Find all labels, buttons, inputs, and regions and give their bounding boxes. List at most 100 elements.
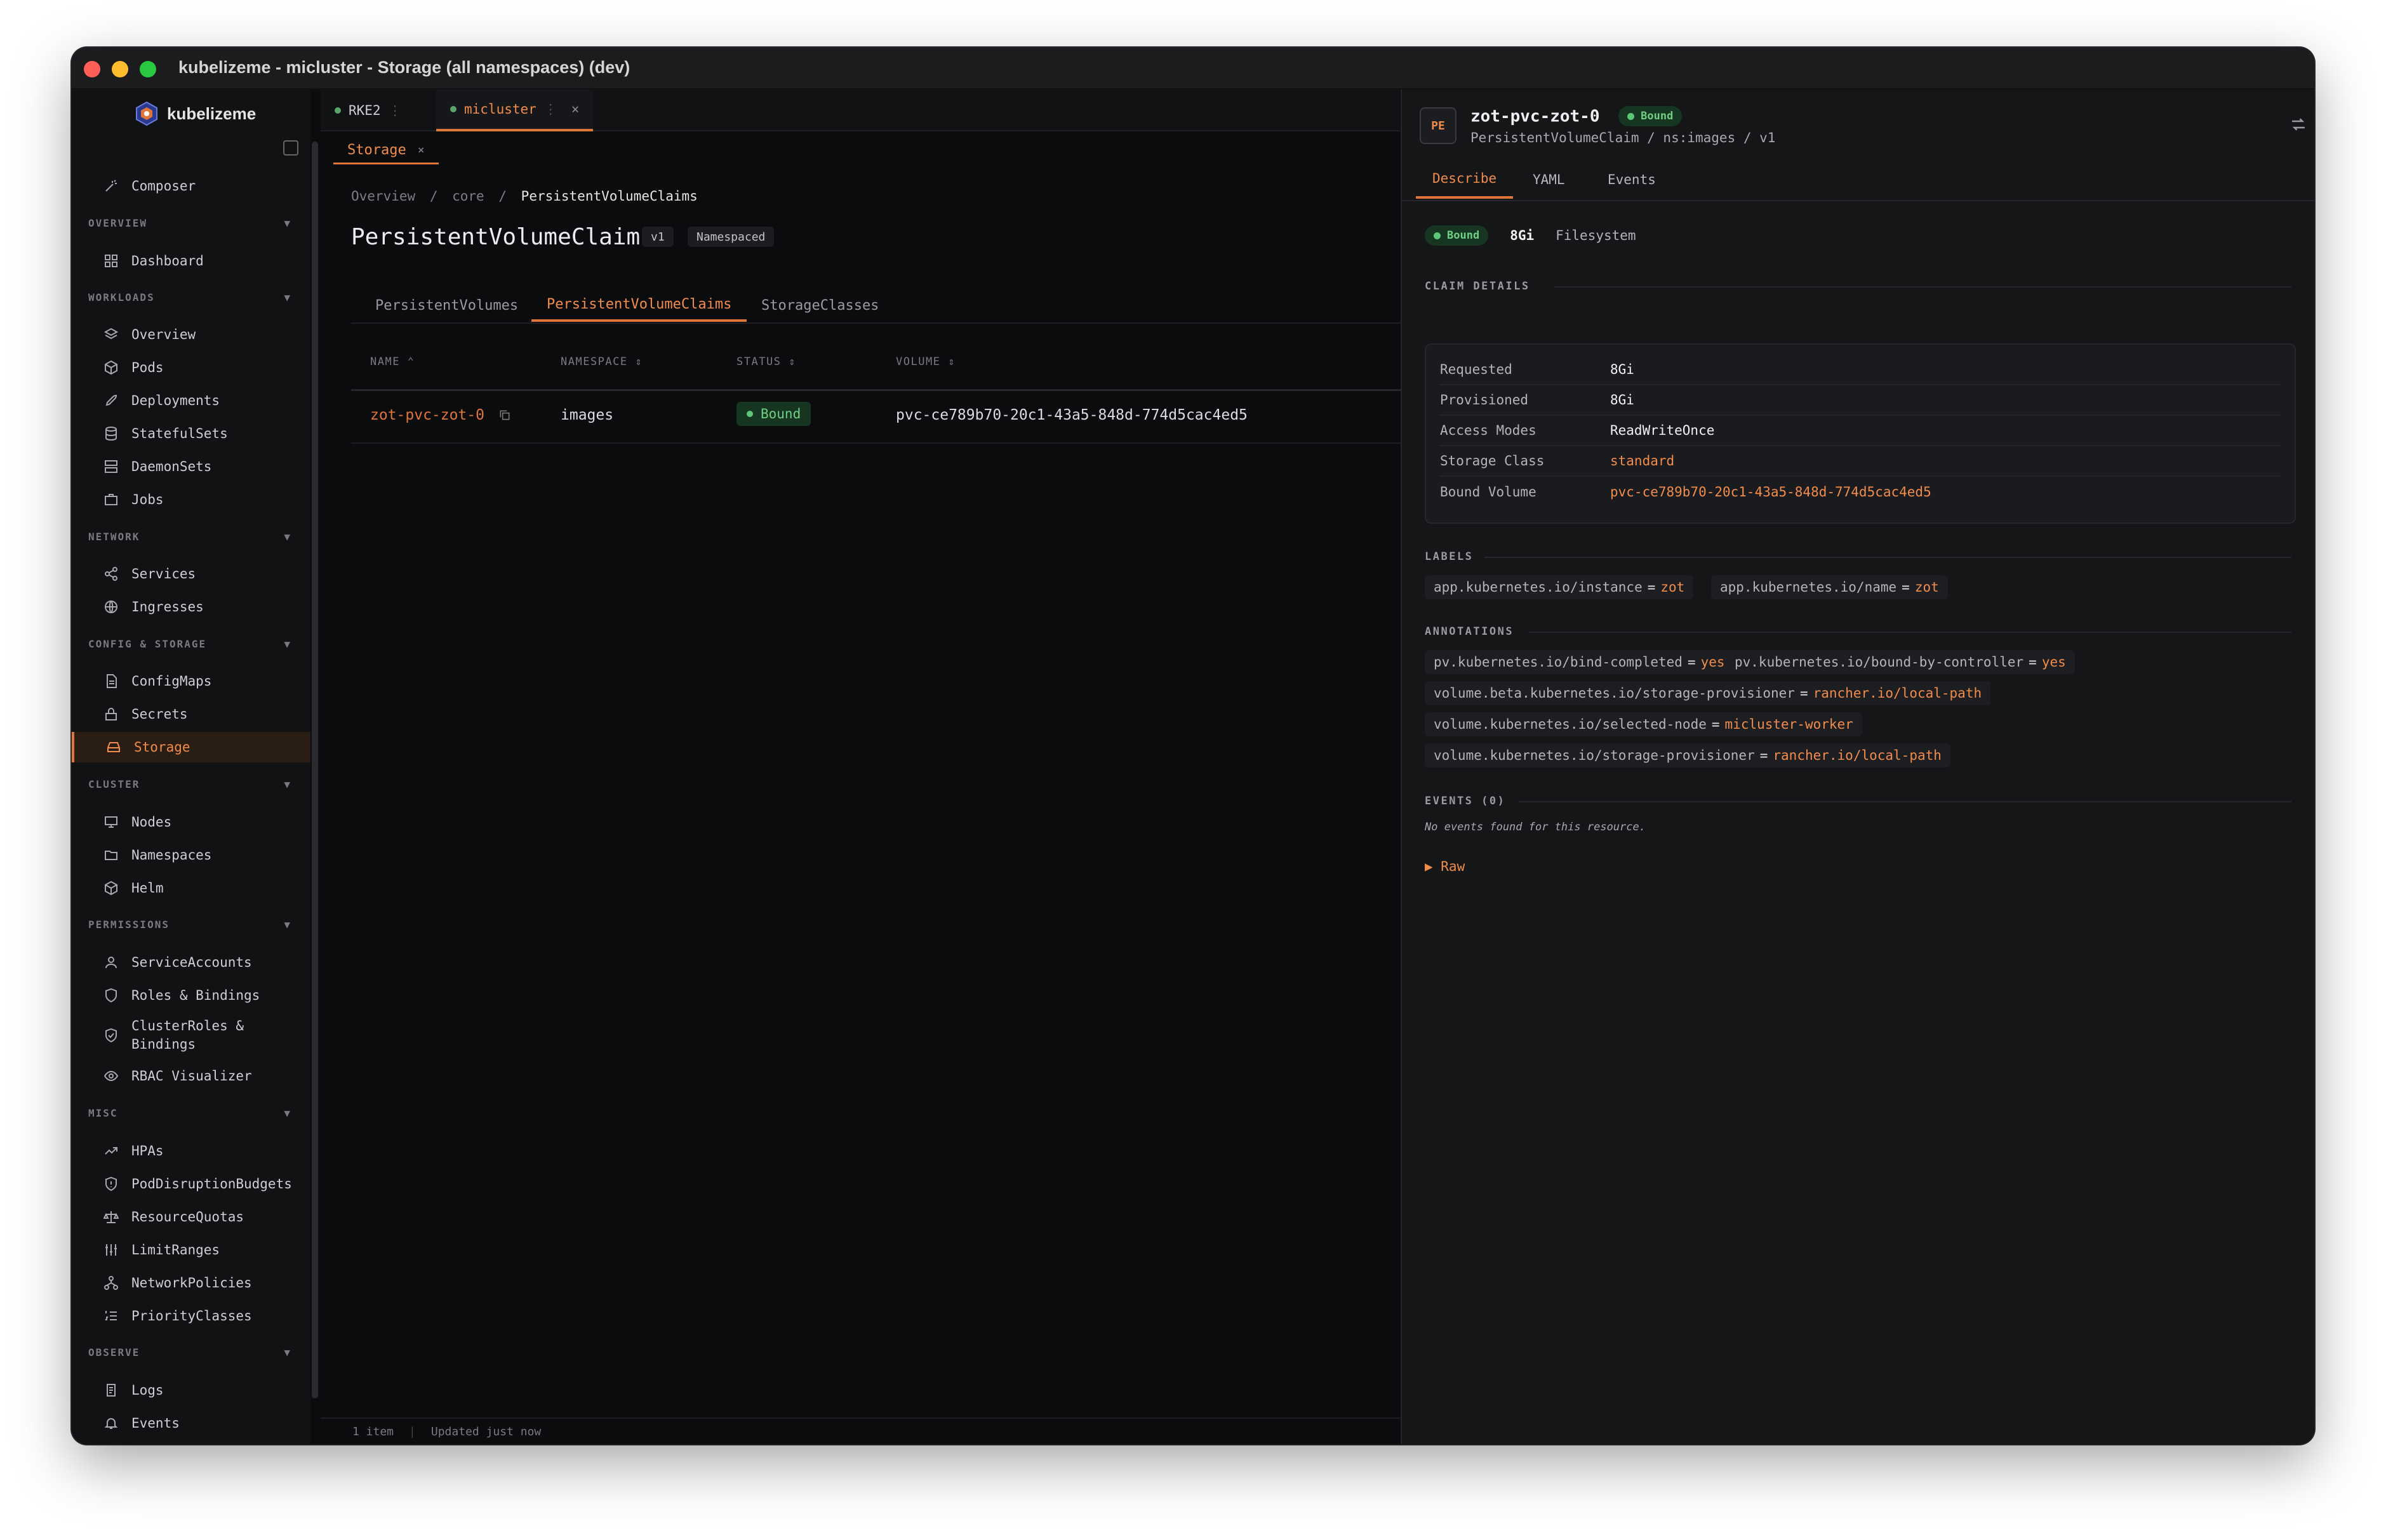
claim-row: Bound Volume pvc-ce789b70-20c1-43a5-848d-…: [1440, 484, 1931, 500]
sidebar-item-clusterroles[interactable]: ClusterRoles & Bindings: [103, 1012, 244, 1058]
sidebar-scrollbar[interactable]: [312, 142, 318, 1398]
monitor-icon: [105, 816, 117, 828]
sidebar-item-rbac-visualizer[interactable]: RBAC Visualizer: [103, 1061, 252, 1091]
sidebar-item-configmaps[interactable]: ConfigMaps: [103, 666, 211, 696]
sidebar-item-pods[interactable]: Pods: [103, 352, 164, 383]
drag-handle-icon[interactable]: ⋮: [389, 103, 402, 118]
sidebar-item-dashboard[interactable]: Dashboard: [103, 246, 204, 276]
lock-icon: [105, 708, 117, 720]
trending-up-icon: [105, 1147, 117, 1155]
section-network[interactable]: NETWORK ▼: [88, 531, 291, 543]
status-badge: Bound: [1618, 106, 1683, 126]
sidebar-item-networkpolicies[interactable]: NetworkPolicies: [103, 1268, 252, 1298]
hard-drive-icon: [107, 742, 120, 752]
view-tab-storage[interactable]: Storage ×: [333, 138, 439, 164]
shield-alert-icon: [105, 1176, 117, 1192]
drag-handle-icon[interactable]: ⋮: [544, 102, 557, 117]
chevron-down-icon: ▼: [284, 217, 291, 229]
collapse-sidebar-icon[interactable]: [283, 140, 298, 156]
maximize-window-button[interactable]: [140, 61, 156, 77]
annotation-chip: volume.kubernetes.io/selected-node = miclu…: [1425, 712, 1862, 736]
tab-divider: [1402, 200, 2314, 201]
bound-volume-link[interactable]: pvc-ce789b70-20c1-43a5-848d-774d5cac4ed5: [1610, 484, 1931, 500]
detail-title: zot-pvc-zot-0 Bound: [1470, 106, 1683, 126]
tab-divider: [351, 322, 1469, 324]
sidebar-item-nodes[interactable]: Nodes: [103, 807, 171, 837]
column-header-status[interactable]: STATUS ⇕: [736, 355, 796, 368]
sidebar-item-helm[interactable]: Helm: [103, 873, 164, 903]
tab-events[interactable]: Events: [1591, 161, 1672, 199]
claim-row: Provisioned 8Gi: [1440, 385, 2281, 416]
status-badge: Bound: [1425, 225, 1489, 246]
raw-toggle[interactable]: ▶ Raw: [1425, 859, 1465, 874]
breadcrumb: Overview / core / PersistentVolumeClaims: [351, 189, 698, 204]
section-workloads[interactable]: WORKLOADS ▼: [88, 291, 291, 303]
sidebar-item-namespaces[interactable]: Namespaces: [103, 840, 211, 870]
label-chip: app.kubernetes.io/name = zot: [1711, 575, 1948, 599]
tab-persistentvolumeclaims[interactable]: PersistentVolumeClaims: [531, 289, 747, 322]
section-config-storage[interactable]: CONFIG & STORAGE ▼: [88, 638, 291, 650]
sidebar-item-daemonsets[interactable]: DaemonSets: [103, 451, 211, 482]
sidebar-item-pdb[interactable]: PodDisruptionBudgets: [103, 1169, 292, 1199]
claim-row: Access Modes ReadWriteOnce: [1440, 416, 2281, 446]
scroll-icon: [107, 1384, 116, 1397]
section-permissions[interactable]: PERMISSIONS ▼: [88, 919, 291, 931]
sidebar-item-overview[interactable]: Overview: [103, 319, 196, 350]
annotation-chip: pv.kubernetes.io/bind-completed = yes: [1425, 650, 1734, 674]
labels-heading: LABELS: [1425, 550, 1474, 563]
app-logo[interactable]: kubelizeme: [134, 101, 256, 126]
connected-dot-icon: [335, 107, 341, 114]
column-header-volume[interactable]: VOLUME ⇕: [896, 355, 956, 368]
sidebar-item-deployments[interactable]: Deployments: [103, 385, 220, 416]
tab-describe[interactable]: Describe: [1416, 161, 1514, 199]
sidebar-item-services[interactable]: Services: [103, 559, 196, 589]
volume-mode: Filesystem: [1556, 228, 1636, 243]
layers-icon: [103, 328, 119, 340]
tab-yaml[interactable]: YAML: [1516, 161, 1582, 199]
resource-type-badge: PE: [1420, 107, 1456, 144]
copy-icon[interactable]: [498, 409, 511, 422]
cube-icon: [105, 360, 117, 375]
sidebar-item-events[interactable]: Events: [103, 1408, 180, 1438]
close-window-button[interactable]: [84, 61, 100, 77]
detail-subtitle: PersistentVolumeClaim / ns:images / v1: [1470, 130, 1776, 145]
storage-class-link[interactable]: standard: [1610, 453, 1674, 468]
sidebar-item-composer[interactable]: Composer: [103, 171, 196, 201]
close-tab-icon[interactable]: ×: [418, 143, 425, 157]
sidebar-item-hpas[interactable]: HPAs: [103, 1136, 164, 1166]
updated-time: Updated just now: [430, 1424, 542, 1438]
close-tab-icon[interactable]: ×: [571, 102, 580, 117]
section-cluster[interactable]: CLUSTER ▼: [88, 778, 291, 790]
column-header-name[interactable]: NAME ⌃: [370, 355, 415, 368]
column-header-namespace[interactable]: NAMESPACE ⇕: [561, 355, 643, 368]
sidebar-item-limitranges[interactable]: LimitRanges: [103, 1235, 220, 1265]
header-divider: [351, 389, 1469, 391]
sidebar-item-secrets[interactable]: Secrets: [103, 699, 188, 729]
breadcrumb-overview[interactable]: Overview: [351, 189, 415, 204]
section-divider: [1554, 286, 2291, 288]
breadcrumb-core[interactable]: core: [452, 189, 484, 204]
sidebar-item-serviceaccounts[interactable]: ServiceAccounts: [103, 947, 252, 978]
window-title: kubelizeme - micluster - Storage (all na…: [178, 58, 630, 77]
wand-icon: [105, 180, 117, 192]
cluster-tab-rke2[interactable]: RKE2 ⋮: [335, 90, 402, 131]
cluster-tab-micluster[interactable]: micluster ⋮ ×: [436, 90, 594, 131]
sidebar-item-ingresses[interactable]: Ingresses: [103, 592, 204, 622]
minimize-window-button[interactable]: [112, 61, 128, 77]
tab-storageclasses[interactable]: StorageClasses: [746, 289, 894, 322]
tab-persistentvolumes[interactable]: PersistentVolumes: [360, 289, 533, 322]
annotation-chip: pv.kubernetes.io/bound-by-controller = yes: [1726, 650, 2075, 674]
sidebar-item-storage[interactable]: Storage: [72, 732, 310, 762]
sidebar-item-logs[interactable]: Logs: [103, 1375, 164, 1405]
sidebar-item-resourcequotas[interactable]: ResourceQuotas: [103, 1202, 244, 1232]
sidebar-item-statefulsets[interactable]: StatefulSets: [103, 418, 228, 449]
pvc-name-link[interactable]: zot-pvc-zot-0: [370, 407, 511, 423]
sidebar-item-priorityclasses[interactable]: PriorityClasses: [103, 1301, 252, 1331]
sidebar-item-roles-bindings[interactable]: Roles & Bindings: [103, 980, 260, 1011]
sidebar-item-jobs[interactable]: Jobs: [103, 484, 164, 515]
section-overview[interactable]: OVERVIEW ▼: [88, 217, 291, 229]
annotation-chip: volume.beta.kubernetes.io/storage-provis…: [1425, 681, 1991, 705]
section-observe[interactable]: OBSERVE ▼: [88, 1346, 291, 1358]
section-misc[interactable]: MISC ▼: [88, 1107, 291, 1119]
swap-icon[interactable]: [2289, 115, 2308, 134]
